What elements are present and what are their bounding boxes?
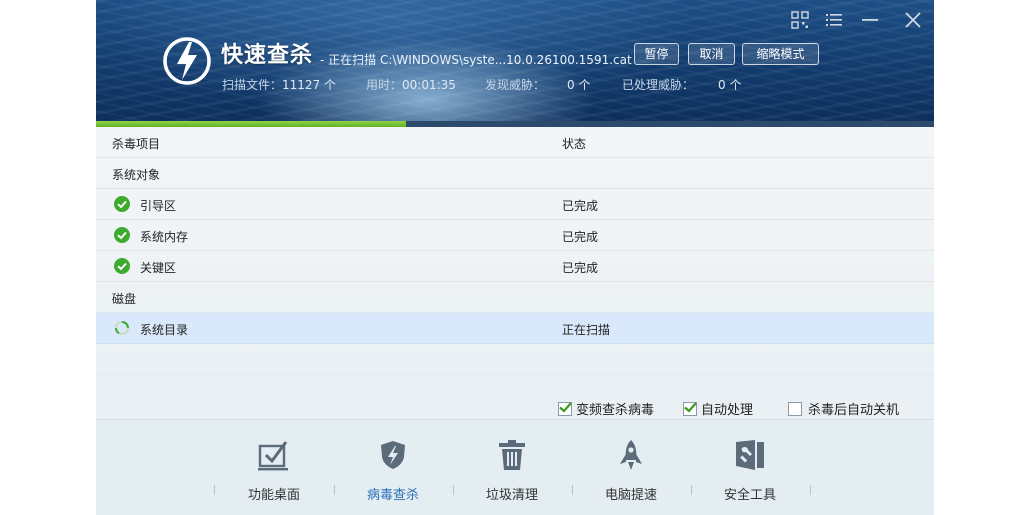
- nav-label: 垃圾清理: [485, 488, 538, 503]
- nav-label: 电脑提速: [604, 488, 657, 503]
- nav-separator: [214, 485, 215, 495]
- nav-item-security-tools[interactable]: 安全工具: [695, 438, 805, 508]
- group-label: 系统对象: [112, 168, 161, 182]
- files-scanned-label: 扫描文件：: [222, 78, 283, 92]
- bottom-navigation: 功能桌面 病毒查杀 垃圾清理 电脑提速 安全工具: [96, 419, 934, 515]
- row-status: 已完成: [562, 230, 599, 244]
- column-header-item: 杀毒项目: [112, 137, 161, 151]
- threats-handled-stat: 已处理威胁： 0 个: [622, 76, 741, 93]
- auto-handle-label: 自动处理: [701, 403, 754, 418]
- group-row-system-objects: 系统对象: [96, 158, 934, 189]
- auto-shutdown-checkbox[interactable]: [788, 402, 802, 416]
- elapsed-time-label: 用时：: [366, 78, 403, 92]
- nav-item-speedup[interactable]: 电脑提速: [576, 438, 686, 508]
- trash-can-icon: [499, 440, 525, 470]
- nav-separator: [334, 485, 335, 495]
- nav-item-virus-scan[interactable]: 病毒查杀: [338, 438, 448, 508]
- column-header-status: 状态: [562, 137, 587, 151]
- row-status: 正在扫描: [562, 323, 611, 337]
- files-scanned-value: 11127 个: [282, 78, 337, 92]
- scan-items-table: 杀毒项目 状态 系统对象 引导区 已完成 系统内存 已完成 关键区 已完成 磁盘: [96, 127, 934, 419]
- nav-label: 安全工具: [723, 488, 776, 503]
- nav-separator: [572, 485, 573, 495]
- row-name: 关键区: [140, 261, 177, 275]
- cancel-button[interactable]: 取消: [688, 43, 735, 65]
- nav-label: 功能桌面: [247, 488, 300, 503]
- row-status: 已完成: [562, 199, 599, 213]
- group-label: 磁盘: [112, 292, 137, 306]
- checkbox-board-icon: [258, 441, 288, 471]
- group-row-disk: 磁盘: [96, 282, 934, 313]
- nav-separator: [453, 485, 454, 495]
- minimize-icon[interactable]: [859, 10, 881, 30]
- header: 快速查杀 - 正在扫描 C:\WINDOWS\syste...10.0.2610…: [96, 0, 934, 121]
- nav-separator: [691, 485, 692, 495]
- check-circle-icon: [114, 196, 130, 212]
- threats-handled-label: 已处理威胁：: [622, 78, 695, 92]
- antivirus-window: 快速查杀 - 正在扫描 C:\WINDOWS\syste...10.0.2610…: [96, 0, 934, 515]
- nav-item-trash-cleanup[interactable]: 垃圾清理: [457, 438, 567, 508]
- check-circle-icon: [114, 258, 130, 274]
- scan-status-text: - 正在扫描 C:\WINDOWS\syste...10.0.26100.159…: [320, 53, 632, 67]
- elapsed-time-value: 00:01:35: [402, 78, 456, 92]
- auto-handle-checkbox[interactable]: [683, 402, 697, 416]
- nav-item-desktop[interactable]: 功能桌面: [219, 438, 329, 508]
- close-icon[interactable]: [902, 10, 924, 30]
- menu-icon[interactable]: [823, 10, 845, 30]
- auto-shutdown-label: 杀毒后自动关机: [808, 403, 900, 418]
- table-row[interactable]: 系统内存 已完成: [96, 220, 934, 251]
- elapsed-time-stat: 用时：00:01:35: [366, 76, 456, 93]
- check-circle-icon: [114, 227, 130, 243]
- qr-code-icon[interactable]: [789, 10, 811, 30]
- threats-found-label: 发现威胁：: [485, 78, 546, 92]
- table-row[interactable]: 引导区 已完成: [96, 189, 934, 220]
- row-name: 系统目录: [140, 323, 189, 337]
- table-row[interactable]: 关键区 已完成: [96, 251, 934, 282]
- threats-found-value: 0 个: [567, 78, 591, 92]
- rocket-icon: [620, 440, 642, 470]
- lightning-logo-icon: [163, 37, 211, 85]
- auto-handle-option[interactable]: 自动处理: [683, 399, 753, 418]
- row-name: 系统内存: [140, 230, 189, 244]
- files-scanned-stat: 扫描文件：11127 个: [222, 76, 336, 93]
- table-row-selected[interactable]: 系统目录 正在扫描: [96, 313, 934, 344]
- nav-separator: [810, 485, 811, 495]
- table-row-empty: [96, 344, 934, 375]
- row-name: 引导区: [140, 199, 177, 213]
- loading-spinner-icon: [114, 321, 129, 335]
- frequency-scan-label: 变频查杀病毒: [576, 403, 655, 418]
- table-header-row: 杀毒项目 状态: [96, 127, 934, 158]
- threats-found-stat: 发现威胁： 0 个: [485, 76, 590, 93]
- nav-label: 病毒查杀: [366, 488, 419, 503]
- frequency-scan-option[interactable]: 变频查杀病毒: [558, 399, 654, 418]
- shield-lightning-icon: [381, 441, 405, 469]
- pause-button[interactable]: 暂停: [634, 43, 679, 65]
- mini-mode-button[interactable]: 缩略模式: [742, 43, 819, 65]
- frequency-scan-checkbox[interactable]: [558, 402, 572, 416]
- auto-shutdown-option[interactable]: 杀毒后自动关机: [788, 399, 899, 418]
- threats-handled-value: 0 个: [718, 78, 742, 92]
- page-title: 快速查杀: [221, 43, 314, 68]
- tools-wrench-icon: [736, 440, 764, 470]
- row-status: 已完成: [562, 261, 599, 275]
